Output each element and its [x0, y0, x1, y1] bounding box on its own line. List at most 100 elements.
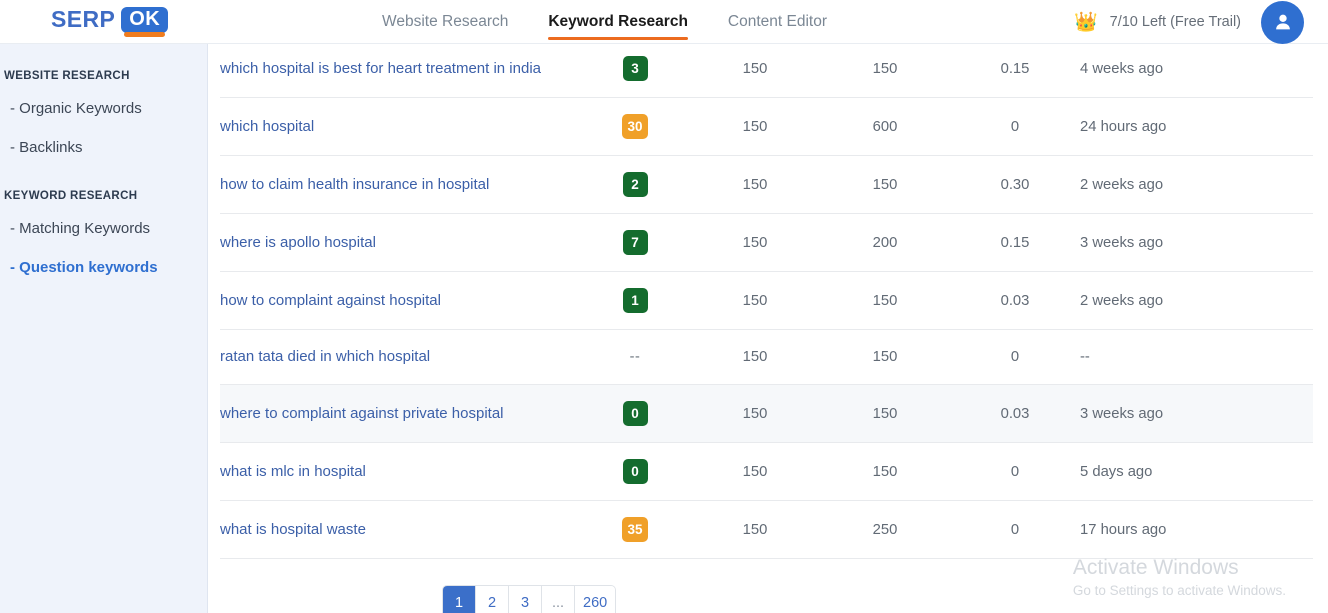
user-avatar-icon [1275, 14, 1290, 30]
user-avatar-button[interactable] [1261, 0, 1304, 44]
keyword-link[interactable]: where is apollo hospital [220, 232, 376, 254]
nav-tab-website-research[interactable]: Website Research [382, 0, 508, 44]
cell-difficulty: 3 [580, 44, 690, 98]
keyword-link[interactable]: ratan tata died in which hospital [220, 346, 430, 368]
keywords-table-body: which hospital is best for heart treatme… [220, 44, 1313, 559]
logo-ok-badge: OK [121, 6, 169, 37]
cell-updated: 3 weeks ago [1080, 384, 1313, 443]
windows-activation-watermark: Activate Windows Go to Settings to activ… [1073, 554, 1286, 600]
keyword-link[interactable]: how to complaint against hospital [220, 290, 441, 312]
pagination-page-2[interactable]: 2 [476, 586, 509, 613]
cell-updated: 3 weeks ago [1080, 213, 1313, 272]
cell-keyword: what is hospital waste [220, 500, 580, 559]
nav-tab-content-editor[interactable]: Content Editor [728, 0, 827, 44]
cell-cpc: 0 [950, 500, 1080, 559]
table-row[interactable]: where is apollo hospital 7 150 200 0.15 3 wee… [220, 213, 1313, 272]
pagination-page-1[interactable]: 1 [443, 586, 476, 613]
sidebar-item-question-keywords[interactable]: - Question keywords [0, 259, 207, 276]
cell-keyword: where is apollo hospital [220, 213, 580, 272]
plan-status-text: 7/10 Left (Free Trail) [1109, 14, 1241, 30]
difficulty-badge: 3 [622, 56, 648, 81]
cell-cpc: 0 [950, 442, 1080, 501]
difficulty-badge: 1 [622, 288, 648, 313]
table-row[interactable]: which hospital is best for heart treatme… [220, 44, 1313, 98]
cell-updated: 5 days ago [1080, 442, 1313, 501]
cell-keyword: how to complaint against hospital [220, 271, 580, 330]
keywords-card: which hospital is best for heart treatme… [220, 44, 1313, 559]
watermark-subtitle: Go to Settings to activate Windows. [1072, 583, 1286, 598]
pagination-page-3[interactable]: 3 [509, 586, 542, 613]
keyword-link[interactable]: what is mlc in hospital [220, 461, 366, 483]
keyword-link[interactable]: how to claim health insurance in hospita… [220, 174, 489, 196]
cell-keyword: what is mlc in hospital [220, 442, 580, 501]
cell-volume-secondary: 200 [820, 213, 950, 272]
cell-difficulty: 7 [580, 213, 690, 272]
cell-volume: 150 [690, 155, 820, 214]
pagination: 1 2 3... 260 [442, 585, 617, 613]
cell-cpc: 0.15 [950, 213, 1080, 272]
cell-difficulty: 0 [580, 384, 690, 443]
cell-updated: 4 weeks ago [1080, 44, 1313, 98]
cell-volume-secondary: 150 [820, 155, 950, 214]
table-row[interactable]: where to complaint against private hospi… [220, 384, 1313, 443]
keyword-link[interactable]: which hospital is best for heart treatme… [220, 58, 541, 80]
logo-serp-text: SERP [51, 6, 116, 32]
difficulty-badge: 35 [622, 517, 648, 542]
table-row[interactable]: which hospital 30 150 600 0 24 hours ago [220, 97, 1313, 156]
header-right-cluster: 👑 7/10 Left (Free Trail) [1074, 0, 1304, 44]
cell-difficulty: 30 [580, 97, 690, 156]
app-header: SERP OK Website Research Keyword Researc… [0, 0, 1328, 44]
cell-updated: 17 hours ago [1080, 500, 1313, 559]
cell-keyword: how to claim health insurance in hospita… [220, 155, 580, 214]
cell-cpc: 0.30 [950, 155, 1080, 214]
keyword-link[interactable]: which hospital [220, 116, 314, 138]
logo-underline [124, 31, 166, 37]
keyword-link[interactable]: where to complaint against private hospi… [220, 403, 504, 425]
cell-volume-secondary: 150 [820, 329, 950, 385]
cell-volume-secondary: 250 [820, 500, 950, 559]
sidebar-item-backlinks[interactable]: - Backlinks [0, 139, 207, 156]
cell-difficulty: 1 [580, 271, 690, 330]
cell-difficulty: 2 [580, 155, 690, 214]
cell-difficulty: 35 [580, 500, 690, 559]
keyword-link[interactable]: what is hospital waste [220, 519, 366, 541]
table-row[interactable]: what is hospital waste 35 150 250 0 17 hours … [220, 500, 1313, 559]
cell-volume-secondary: 150 [820, 442, 950, 501]
cell-keyword: where to complaint against private hospi… [220, 384, 580, 443]
cell-volume-secondary: 150 [820, 384, 950, 443]
app-logo[interactable]: SERP OK [51, 6, 169, 37]
table-row[interactable]: how to claim health insurance in hospita… [220, 155, 1313, 214]
difficulty-badge: 0 [622, 459, 648, 484]
pagination-page-260[interactable]: 260 [575, 586, 616, 613]
cell-volume: 150 [690, 97, 820, 156]
sidebar-item-matching-keywords[interactable]: - Matching Keywords [0, 220, 207, 237]
cell-cpc: 0.03 [950, 384, 1080, 443]
cell-volume: 150 [690, 271, 820, 330]
difficulty-badge: 0 [622, 401, 648, 426]
main-nav: Website Research Keyword Research Conten… [382, 0, 827, 44]
cell-cpc: 0.15 [950, 44, 1080, 98]
cell-cpc: 0 [950, 329, 1080, 385]
difficulty-badge: 2 [622, 172, 648, 197]
cell-updated: 24 hours ago [1080, 97, 1313, 156]
nav-tab-keyword-research[interactable]: Keyword Research [548, 0, 688, 44]
cell-volume: 150 [690, 442, 820, 501]
cell-volume: 150 [690, 500, 820, 559]
cell-keyword: which hospital is best for heart treatme… [220, 44, 580, 98]
sidebar-item-organic-keywords[interactable]: - Organic Keywords [0, 100, 207, 117]
cell-cpc: 0 [950, 97, 1080, 156]
table-row[interactable]: what is mlc in hospital 0 150 150 0 5 days ag… [220, 442, 1313, 501]
cell-keyword: ratan tata died in which hospital [220, 329, 580, 385]
table-row[interactable]: ratan tata died in which hospital -- 150 15… [220, 329, 1313, 385]
cell-volume: 150 [690, 44, 820, 98]
sidebar-group-keyword-research: KEYWORD RESEARCH - Matching Keywords - Q… [0, 190, 207, 276]
cell-volume-secondary: 600 [820, 97, 950, 156]
cell-volume: 150 [690, 213, 820, 272]
sidebar-group-title-website-research: WEBSITE RESEARCH [4, 70, 130, 82]
cell-volume-secondary: 150 [820, 44, 950, 98]
crown-icon: 👑 [1073, 11, 1098, 33]
difficulty-badge: 30 [622, 114, 648, 139]
cell-volume: 150 [690, 384, 820, 443]
cell-updated: 2 weeks ago [1080, 155, 1313, 214]
table-row[interactable]: how to complaint against hospital 1 150 150… [220, 271, 1313, 330]
